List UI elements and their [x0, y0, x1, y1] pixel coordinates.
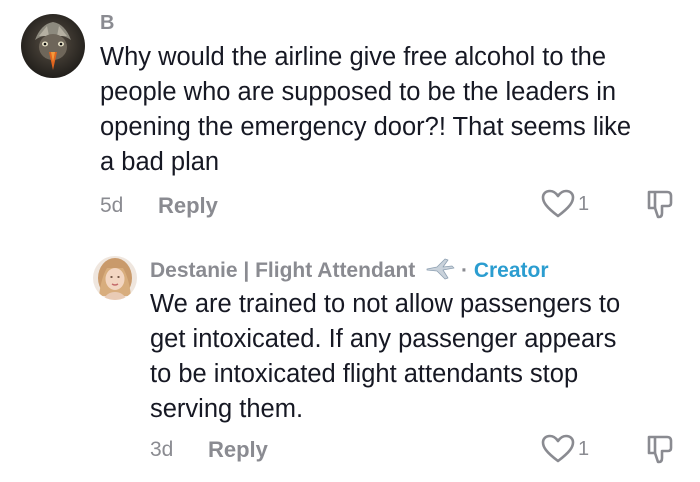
- reply-text-line: get intoxicated. If any passenger appear…: [150, 325, 617, 353]
- comment-item: B Why would the airline give free alcoho…: [0, 0, 700, 240]
- like-count: 1: [578, 437, 590, 460]
- dislike-button[interactable]: [645, 188, 675, 225]
- bird-avatar-icon: [21, 14, 85, 78]
- creator-badge: Creator: [473, 259, 549, 282]
- reply-text: We are trained to not allow passengers t…: [150, 287, 690, 427]
- thumbs-down-icon: [647, 435, 673, 464]
- comment-text-line: a bad plan: [100, 148, 220, 176]
- like-button[interactable]: 1: [541, 434, 589, 464]
- like-count: 1: [578, 192, 590, 215]
- comment-text-line: Why would the airline give free alcohol …: [100, 43, 607, 71]
- thumbs-down-icon: [647, 190, 673, 219]
- reply-username-row: Destanie | Flight Attendant · Creator: [150, 257, 549, 287]
- comment-text: Why would the airline give free alcohol …: [100, 40, 690, 180]
- heart-icon: [541, 434, 575, 463]
- dislike-button[interactable]: [645, 433, 675, 470]
- reply-button[interactable]: Reply: [158, 193, 218, 219]
- separator-dot: ·: [460, 259, 468, 282]
- comment-date: 5d: [100, 194, 124, 217]
- reply-avatar[interactable]: [93, 256, 137, 300]
- reply-text-line: serving them.: [150, 395, 304, 423]
- comment-username[interactable]: B: [100, 12, 114, 35]
- comment-text-line: people who are supposed to be the leader…: [100, 78, 617, 106]
- reply-button[interactable]: Reply: [208, 437, 268, 463]
- comment-text-line: opening the emergency door?! That seems …: [100, 113, 632, 141]
- reply-date: 3d: [150, 438, 174, 461]
- airplane-icon: [425, 257, 455, 287]
- commenter-avatar[interactable]: [21, 14, 85, 78]
- reply-text-line: to be intoxicated flight attendants stop: [150, 360, 579, 388]
- user-avatar-icon: [93, 256, 137, 300]
- reply-username[interactable]: Destanie | Flight Attendant: [150, 259, 415, 282]
- reply-text-line: We are trained to not allow passengers t…: [150, 290, 621, 318]
- reply-item: Destanie | Flight Attendant · Creator We…: [0, 240, 700, 482]
- like-button[interactable]: 1: [541, 189, 589, 219]
- heart-icon: [541, 189, 575, 218]
